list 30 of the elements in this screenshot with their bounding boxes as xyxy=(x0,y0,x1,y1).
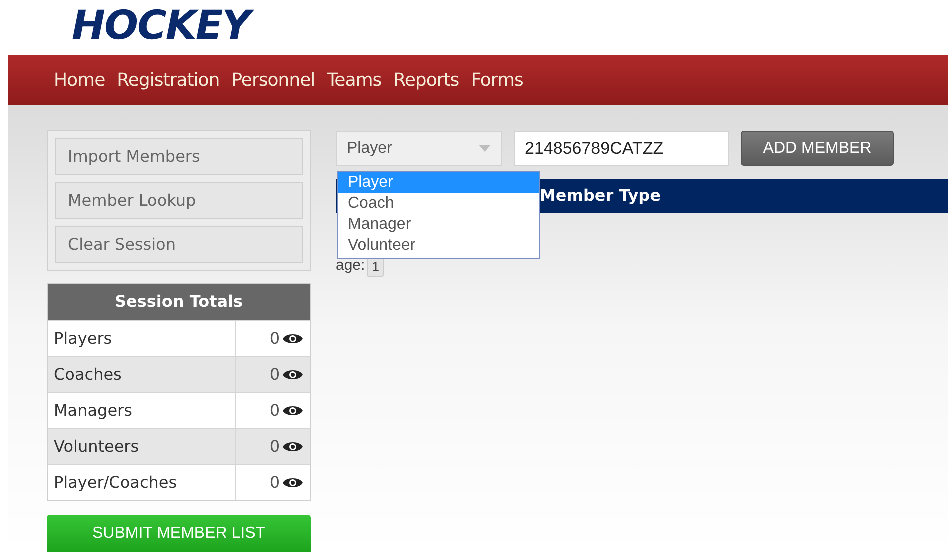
eye-icon[interactable] xyxy=(282,368,304,382)
side-button[interactable]: Clear Session xyxy=(55,226,303,263)
table-cell: Player/Coaches xyxy=(48,465,236,500)
nav-link[interactable]: Forms xyxy=(471,66,524,94)
member-id-field[interactable]: 214856789CATZZ xyxy=(514,131,729,166)
eye-icon[interactable] xyxy=(282,332,304,346)
member-type-select[interactable]: Player xyxy=(336,131,502,166)
caret-icon xyxy=(479,145,491,152)
side-button[interactable]: Member Lookup xyxy=(55,182,303,219)
table-title: Session Totals xyxy=(48,284,310,320)
eye-icon[interactable] xyxy=(282,440,304,454)
nav-link[interactable]: Registration xyxy=(117,66,220,94)
count-value: 0 xyxy=(270,364,280,386)
count-value: 0 xyxy=(270,436,280,458)
eye-icon[interactable] xyxy=(282,476,304,490)
dropdown-option[interactable]: Manager xyxy=(338,214,539,235)
page-label: age: xyxy=(336,256,366,276)
dropdown-option[interactable]: Volunteer xyxy=(338,235,539,256)
add-member-button[interactable]: ADD MEMBER xyxy=(741,131,894,166)
nav-link[interactable]: Reports xyxy=(394,66,460,94)
eye-icon[interactable] xyxy=(282,404,304,418)
side-button[interactable]: Import Members xyxy=(55,138,303,175)
nav-link[interactable]: Teams xyxy=(327,66,382,94)
count-value: 0 xyxy=(270,472,280,494)
count-value: 0 xyxy=(270,400,280,422)
nav-link[interactable]: Home xyxy=(54,66,106,94)
dropdown-option[interactable]: Coach xyxy=(338,193,539,214)
nav-link[interactable]: Personnel xyxy=(232,66,316,94)
count-value: 0 xyxy=(270,328,280,350)
column-header: Member Type xyxy=(540,185,661,207)
